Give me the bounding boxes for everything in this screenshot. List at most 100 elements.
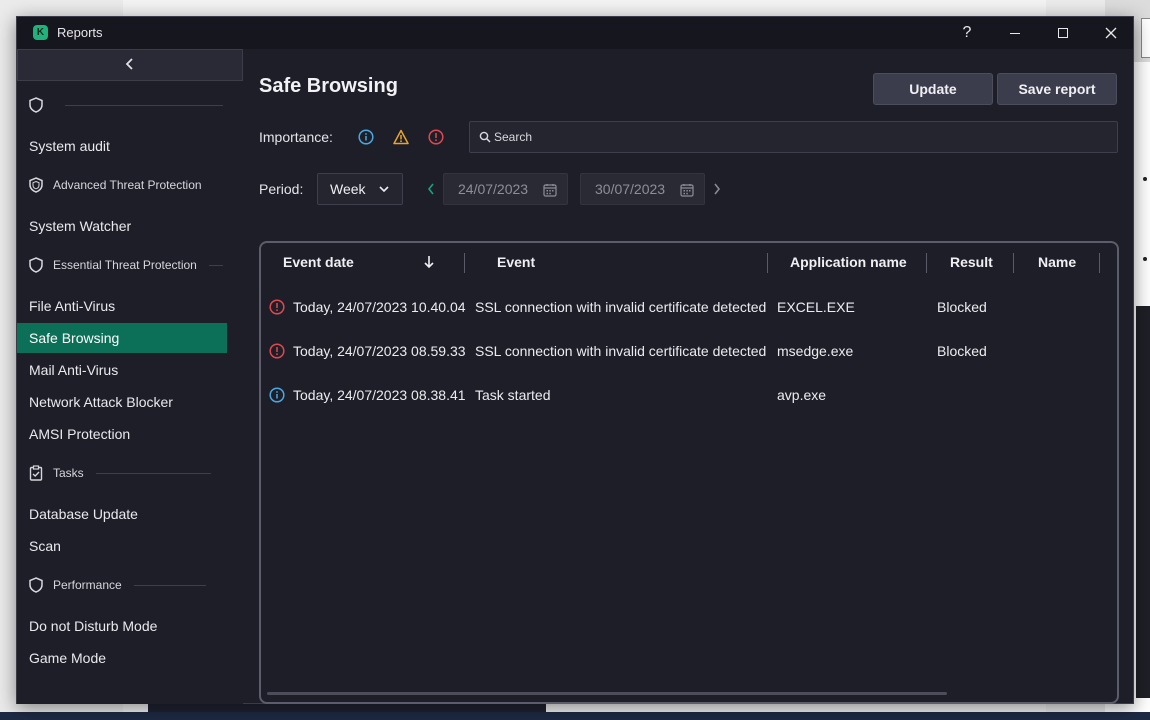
error-icon — [269, 343, 285, 359]
sidebar-item-mail-anti-virus[interactable]: Mail Anti-Virus — [17, 355, 227, 385]
main-content: Safe Browsing Update Save report Importa… — [259, 49, 1135, 704]
warning-icon[interactable] — [393, 129, 409, 145]
horizontal-scrollbar[interactable] — [267, 692, 947, 695]
background-bullet — [1143, 177, 1147, 181]
table-row[interactable]: Today, 24/07/2023 08.59.33 SSL connectio… — [261, 329, 1117, 373]
maximize-icon — [1058, 28, 1068, 38]
date-to-value: 30/07/2023 — [595, 181, 666, 197]
clipboard-check-icon — [29, 465, 43, 481]
previous-period-button[interactable] — [424, 179, 438, 199]
cell-result: Blocked — [937, 343, 987, 359]
shield-icon — [29, 257, 43, 273]
column-separator[interactable] — [464, 253, 465, 273]
cell-event-date: Today, 24/07/2023 08.59.33 — [293, 343, 466, 359]
sidebar-group-label: Advanced Threat Protection — [53, 178, 202, 192]
save-report-button[interactable]: Save report — [997, 73, 1117, 105]
sidebar-item-amsi-protection[interactable]: AMSI Protection — [17, 419, 227, 449]
search-icon — [479, 131, 491, 143]
sidebar-item-scan[interactable]: Scan — [17, 531, 227, 561]
column-header-event-date[interactable]: Event date — [283, 243, 354, 281]
shield-icon — [29, 577, 43, 593]
date-from-value: 24/07/2023 — [458, 181, 529, 197]
update-button[interactable]: Update — [873, 73, 993, 105]
column-header-name[interactable]: Name — [1038, 243, 1076, 281]
cell-event: Task started — [475, 387, 551, 403]
events-table: Event date Event Application name Result… — [259, 241, 1119, 704]
sidebar-group-protection — [29, 95, 223, 115]
sidebar-group-advanced-threat-protection: Advanced Threat Protection — [29, 175, 202, 195]
chevron-left-icon — [427, 183, 434, 195]
search-placeholder: Search — [494, 130, 533, 144]
page-title: Safe Browsing — [259, 75, 398, 97]
close-button[interactable] — [1087, 17, 1135, 49]
cell-event-date: Today, 24/07/2023 08.38.41 — [293, 387, 466, 403]
column-separator[interactable] — [926, 253, 927, 273]
column-header-result[interactable]: Result — [950, 243, 993, 281]
date-to-field[interactable]: 30/07/2023 — [580, 173, 705, 205]
column-header-event[interactable]: Event — [497, 243, 535, 281]
sidebar-item-game-mode[interactable]: Game Mode — [17, 643, 227, 673]
taskbar[interactable] — [0, 712, 1150, 720]
background-panel — [1136, 306, 1150, 698]
collapse-sidebar-button[interactable] — [17, 49, 243, 81]
period-label: Period: — [259, 181, 304, 197]
table-row[interactable]: Today, 24/07/2023 10.40.04 SSL connectio… — [261, 285, 1117, 329]
sidebar-item-database-update[interactable]: Database Update — [17, 499, 227, 529]
column-separator[interactable] — [767, 253, 768, 273]
cell-event-date: Today, 24/07/2023 10.40.04 — [293, 299, 466, 315]
period-value: Week — [330, 181, 366, 197]
divider — [133, 584, 206, 586]
cell-result: Blocked — [937, 299, 987, 315]
close-icon — [1105, 27, 1117, 39]
chevron-left-icon — [125, 58, 133, 70]
help-button[interactable]: ? — [943, 17, 991, 49]
sidebar-item-do-not-disturb-mode[interactable]: Do not Disturb Mode — [17, 611, 227, 641]
chevron-down-icon — [379, 186, 389, 193]
period-select[interactable]: Week — [317, 173, 403, 205]
divider — [65, 104, 223, 106]
sidebar-group-label: Performance — [53, 578, 122, 592]
column-separator[interactable] — [1099, 253, 1100, 273]
sidebar-group-essential-threat-protection: Essential Threat Protection — [29, 255, 223, 275]
cell-application-name: avp.exe — [777, 387, 827, 403]
reports-window: K Reports ? System audit Advanced Threat… — [16, 16, 1134, 704]
sidebar-item-network-attack-blocker[interactable]: Network Attack Blocker — [17, 387, 227, 417]
sidebar-group-label: Tasks — [53, 466, 84, 480]
window-title: Reports — [57, 25, 103, 40]
date-from-field[interactable]: 24/07/2023 — [443, 173, 568, 205]
sidebar: System audit Advanced Threat Protection … — [17, 49, 243, 704]
sidebar-item-safe-browsing[interactable]: Safe Browsing — [17, 323, 227, 353]
minimize-button[interactable] — [991, 17, 1039, 49]
cell-event: SSL connection with invalid certificate … — [475, 299, 767, 315]
minimize-icon — [1010, 33, 1020, 34]
sort-descending-icon[interactable] — [423, 255, 435, 269]
search-input[interactable]: Search — [469, 121, 1118, 153]
chevron-right-icon — [714, 183, 721, 195]
sidebar-group-label: Essential Threat Protection — [53, 258, 197, 272]
column-separator[interactable] — [1013, 253, 1014, 273]
cell-application-name: EXCEL.EXE — [777, 299, 855, 315]
divider — [95, 472, 211, 474]
calendar-icon — [543, 184, 557, 197]
error-icon[interactable] — [428, 129, 444, 145]
sidebar-item-system-watcher[interactable]: System Watcher — [17, 211, 227, 241]
divider — [208, 264, 223, 266]
title-bar[interactable]: K Reports ? — [17, 17, 1133, 49]
sidebar-group-tasks: Tasks — [29, 463, 211, 483]
sidebar-item-file-anti-virus[interactable]: File Anti-Virus — [17, 291, 227, 321]
shield-icon — [29, 97, 43, 113]
error-icon — [269, 299, 285, 315]
sidebar-group-performance: Performance — [29, 575, 206, 595]
info-icon[interactable] — [358, 129, 374, 145]
kaspersky-logo-icon: K — [33, 25, 48, 40]
importance-label: Importance: — [259, 129, 333, 145]
calendar-icon — [680, 184, 694, 197]
table-header: Event date Event Application name Result… — [261, 243, 1117, 281]
column-header-application-name[interactable]: Application name — [790, 243, 907, 281]
maximize-button[interactable] — [1039, 17, 1087, 49]
sidebar-item-system-audit[interactable]: System audit — [17, 131, 227, 161]
cell-event: SSL connection with invalid certificate … — [475, 343, 767, 359]
cell-application-name: msedge.exe — [777, 343, 854, 359]
table-row[interactable]: Today, 24/07/2023 08.38.41 Task started … — [261, 373, 1117, 417]
next-period-button[interactable] — [710, 179, 724, 199]
